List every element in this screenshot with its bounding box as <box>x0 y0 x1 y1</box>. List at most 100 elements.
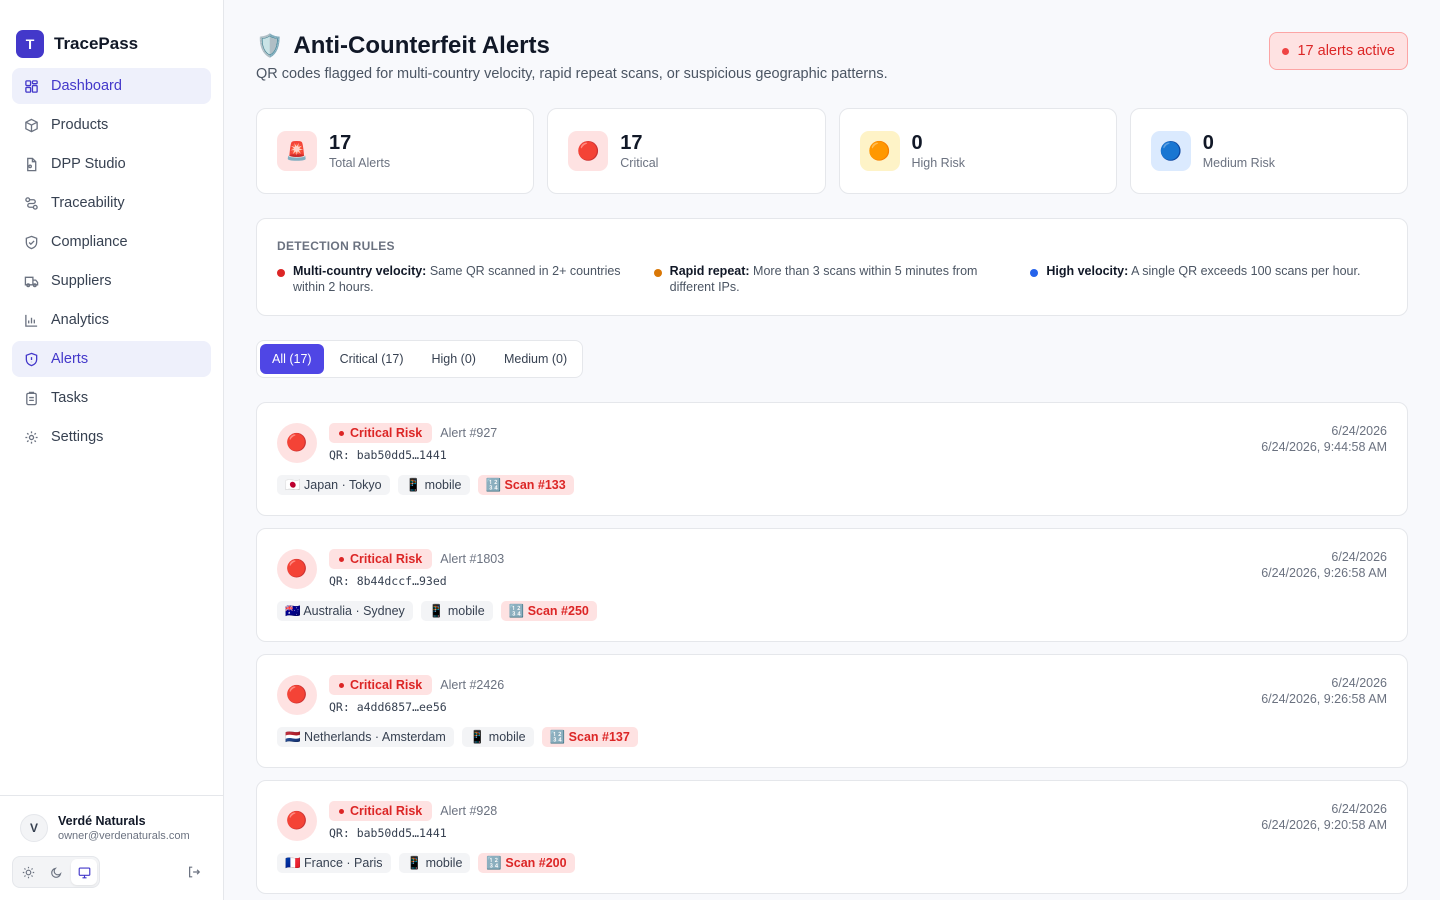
device-tag: 📱 mobile <box>397 475 470 495</box>
alerts-list: 🔴 Critical Risk Alert #927 QR: bab50dd5…… <box>256 402 1408 894</box>
shield-check-icon <box>24 235 39 250</box>
route-icon <box>24 196 39 211</box>
alert-time: 6/24/2026 6/24/2026, 9:26:58 AM <box>1261 675 1387 707</box>
risk-label: Critical Risk <box>350 552 423 566</box>
sidebar-item-traceability[interactable]: Traceability <box>12 185 211 221</box>
gear-icon <box>24 430 39 445</box>
tab-medium[interactable]: Medium (0) <box>492 344 579 374</box>
risk-dot-icon <box>339 556 344 562</box>
tab-critical[interactable]: Critical (17) <box>328 344 416 374</box>
sidebar-item-analytics[interactable]: Analytics <box>12 302 211 338</box>
sidebar-item-label: Alerts <box>51 351 89 367</box>
moon-icon[interactable] <box>43 859 69 885</box>
status-dot-icon <box>1282 47 1290 55</box>
sidebar-item-dashboard[interactable]: Dashboard <box>12 68 211 104</box>
orange-circle-icon: 🟠 <box>859 131 900 171</box>
alert-card[interactable]: 🔴 Critical Risk Alert #2426 QR: a4dd6857… <box>256 654 1408 768</box>
device-tag: 📱 mobile <box>461 727 534 747</box>
sidebar-item-label: DPP Studio <box>51 156 126 172</box>
stat-label: Critical <box>620 156 659 170</box>
sidebar-item-settings[interactable]: Settings <box>12 419 211 455</box>
alert-card[interactable]: 🔴 Critical Risk Alert #928 QR: bab50dd5…… <box>256 780 1408 894</box>
page-subtitle: QR codes flagged for multi-country veloc… <box>256 66 888 82</box>
clipboard-icon <box>24 391 39 406</box>
user-name: Verdé Naturals <box>58 814 146 828</box>
sidebar-footer: V Verdé Naturals owner@verdenaturals.com <box>0 795 223 900</box>
avatar: V <box>20 814 48 842</box>
filter-tabs: All (17) Critical (17) High (0) Medium (… <box>256 340 584 378</box>
sidebar-item-suppliers[interactable]: Suppliers <box>12 263 211 299</box>
alert-time: 6/24/2026 6/24/2026, 9:20:58 AM <box>1261 801 1387 833</box>
risk-label: Critical Risk <box>350 804 423 818</box>
shield-icon: 🛡️ <box>256 33 284 58</box>
blue-circle-icon: 🔵 <box>1150 131 1191 171</box>
brand-name: TracePass <box>54 34 139 53</box>
sidebar-item-alerts[interactable]: Alerts <box>12 341 211 377</box>
qr-code: QR: a4dd6857…ee56 <box>329 700 447 714</box>
sidebar: T TracePass Dashboard Products DPP Studi… <box>0 0 224 900</box>
stat-card-high: 🟠 0 High Risk <box>838 108 1117 194</box>
alert-date: 6/24/2026 <box>1331 802 1387 816</box>
page-title: Anti-Counterfeit Alerts <box>293 32 550 59</box>
scan-tag: 🔢 Scan #200 <box>478 853 575 873</box>
rule-text: A single QR exceeds 100 scans per hour. <box>1131 264 1361 278</box>
rule-title: Multi-country velocity: <box>293 264 427 278</box>
rule-item: High velocity: A single QR exceeds 100 s… <box>1030 263 1387 295</box>
user-profile[interactable]: V Verdé Naturals owner@verdenaturals.com <box>12 814 211 842</box>
tab-high[interactable]: High (0) <box>420 344 488 374</box>
detection-rules-card: DETECTION RULES Multi-country velocity: … <box>256 218 1408 316</box>
rules-list: Multi-country velocity: Same QR scanned … <box>277 263 1387 295</box>
red-circle-icon: 🔴 <box>568 131 609 171</box>
stat-label: High Risk <box>911 156 966 170</box>
sidebar-nav: Dashboard Products DPP Studio Traceabili… <box>0 68 223 455</box>
user-email: owner@verdenaturals.com <box>58 830 190 842</box>
scan-tag: 🔢 Scan #250 <box>500 601 597 621</box>
alert-card[interactable]: 🔴 Critical Risk Alert #927 QR: bab50dd5…… <box>256 402 1408 516</box>
sidebar-item-products[interactable]: Products <box>12 107 211 143</box>
alert-id: Alert #927 <box>440 426 498 440</box>
stat-value: 17 <box>620 132 643 154</box>
tab-all[interactable]: All (17) <box>260 344 324 374</box>
sidebar-item-label: Tasks <box>51 390 89 406</box>
shield-alert-icon <box>24 352 39 367</box>
truck-icon <box>24 274 39 289</box>
sidebar-item-tasks[interactable]: Tasks <box>12 380 211 416</box>
alert-time: 6/24/2026 6/24/2026, 9:44:58 AM <box>1261 423 1387 455</box>
stat-card-total: 🚨 17 Total Alerts <box>256 108 535 194</box>
sidebar-item-compliance[interactable]: Compliance <box>12 224 211 260</box>
chart-icon <box>24 313 39 328</box>
risk-badge: Critical Risk <box>329 801 433 821</box>
sun-icon[interactable] <box>15 859 41 885</box>
alert-datetime: 6/24/2026, 9:26:58 AM <box>1261 692 1387 706</box>
qr-code: QR: 8b44dccf…93ed <box>329 574 447 588</box>
sidebar-item-label: Compliance <box>51 234 128 250</box>
alert-card[interactable]: 🔴 Critical Risk Alert #1803 QR: 8b44dccf… <box>256 528 1408 642</box>
stat-card-medium: 🔵 0 Medium Risk <box>1129 108 1408 194</box>
qr-code: QR: bab50dd5…1441 <box>329 826 447 840</box>
alert-datetime: 6/24/2026, 9:20:58 AM <box>1261 818 1387 832</box>
stats-row: 🚨 17 Total Alerts 🔴 17 Critical 🟠 0 High Ri… <box>256 108 1408 194</box>
blue-dot-icon <box>1030 269 1039 277</box>
qr-code: QR: bab50dd5…1441 <box>329 448 447 462</box>
page-header: 🛡️ Anti-Counterfeit Alerts QR codes flag… <box>256 32 1408 82</box>
rule-title: Rapid repeat: <box>669 264 750 278</box>
red-circle-icon: 🔴 <box>277 423 317 463</box>
rules-heading: DETECTION RULES <box>277 239 395 253</box>
main-content: 🛡️ Anti-Counterfeit Alerts QR codes flag… <box>256 32 1408 900</box>
location-tag: 🇫🇷 France · Paris <box>277 853 391 873</box>
active-alerts-badge: 17 alerts active <box>1269 32 1408 70</box>
risk-badge: Critical Risk <box>329 423 433 443</box>
logout-icon[interactable] <box>181 859 207 885</box>
location-tag: 🇳🇱 Netherlands · Amsterdam <box>277 727 454 747</box>
red-circle-icon: 🔴 <box>277 801 317 841</box>
risk-dot-icon <box>339 682 344 688</box>
alert-date: 6/24/2026 <box>1331 550 1387 564</box>
box-icon <box>24 118 39 133</box>
sidebar-item-dpp-studio[interactable]: DPP Studio <box>12 146 211 182</box>
brand[interactable]: T TracePass <box>0 0 223 68</box>
monitor-icon[interactable] <box>71 859 97 885</box>
sidebar-item-label: Analytics <box>51 312 110 328</box>
stat-label: Total Alerts <box>329 156 391 170</box>
orange-dot-icon <box>653 269 662 277</box>
brand-logo: T <box>16 30 44 58</box>
